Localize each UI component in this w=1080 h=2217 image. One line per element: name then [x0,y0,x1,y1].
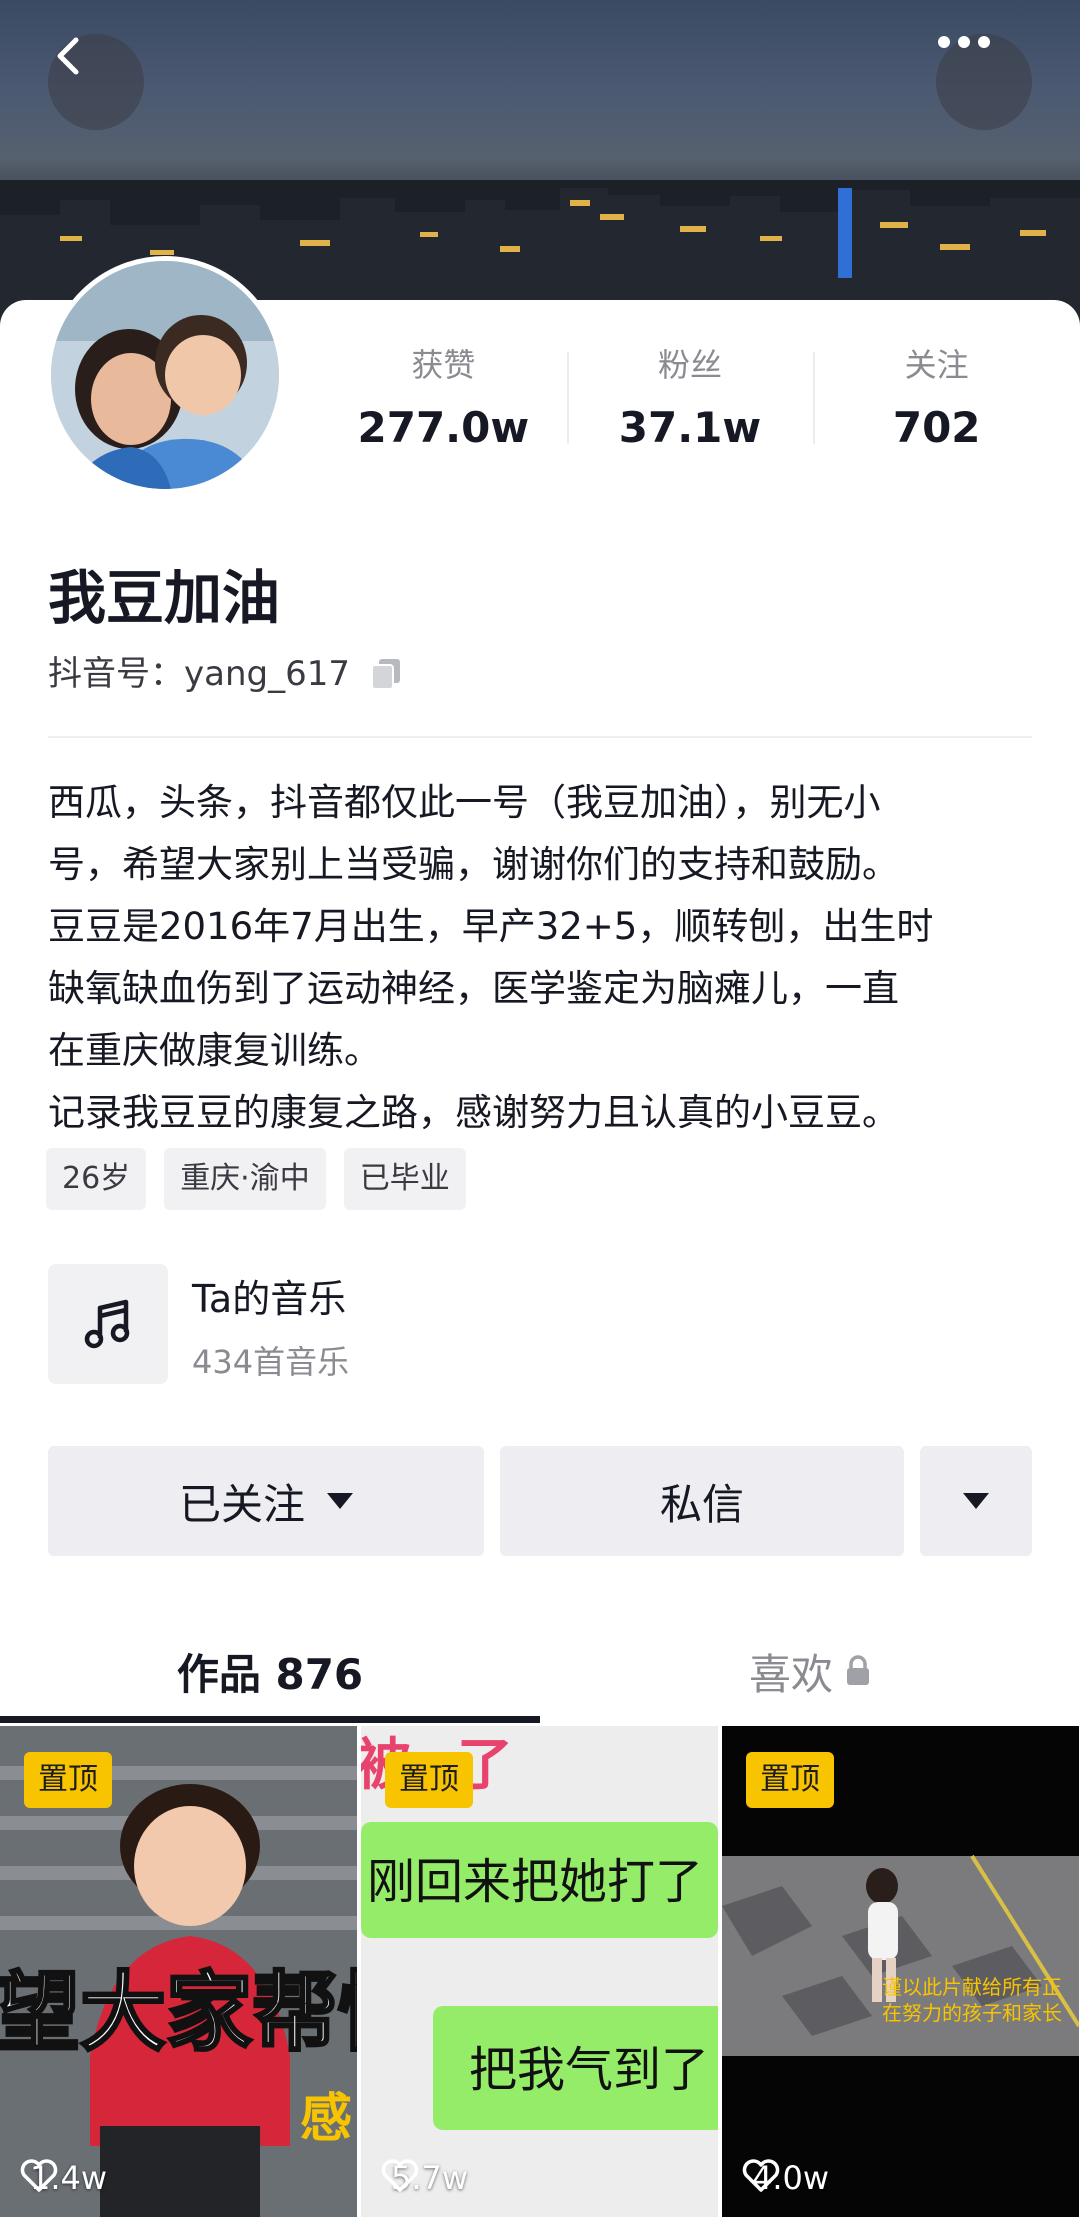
pinned-badge: 置顶 [24,1752,112,1808]
stat-value: 277.0w [357,403,530,452]
stat-following[interactable]: 关注 702 [813,340,1060,460]
profile-nickname: 我豆加油 [48,564,281,632]
video-caption: 谨以此片献给所有正 [882,1975,1062,1999]
overlay-text: 望大家帮忙 [0,1963,357,2063]
profile-tags: 26岁 重庆·渝中 已毕业 [46,1148,466,1210]
tab-active-indicator [0,1716,540,1723]
stat-label: 获赞 [411,346,476,384]
stat-label: 粉丝 [658,346,723,384]
lock-icon [847,1655,869,1685]
tag-school: 已毕业 [343,1148,466,1210]
stat-followers[interactable]: 粉丝 37.1w [566,340,814,460]
followed-button[interactable]: 已关注 [48,1446,484,1556]
video-likes: 4.0w [742,2159,829,2197]
bio-line: 号，希望大家别上当受骗，谢谢你们的支持和鼓励。 [48,843,899,886]
stat-value: 37.1w [618,403,762,452]
bio-line: 西瓜，头条，抖音都仅此一号（我豆加油），别无小 [48,781,881,824]
account-id-row: 抖音号：yang_617 [48,650,404,698]
chat-bubble-text: 把我气到了 [469,2042,709,2098]
stat-value: 702 [892,403,981,452]
music-entry[interactable]: Ta的音乐 434首音乐 [48,1264,648,1388]
more-options-button[interactable] [936,34,1032,130]
account-id: 抖音号：yang_617 [48,654,350,694]
video-caption: 在努力的孩子和家长 [882,2001,1062,2025]
bio-line: 豆豆是2016年7月出生，早产32+5，顺转刨，出生时 [48,905,934,948]
tab-works-label: 作品 876 [176,1649,364,1699]
content-tabs: 作品 876 喜欢 [0,1616,1080,1726]
stat-label: 关注 [904,346,969,384]
heart-icon [20,2159,58,2192]
more-icon [938,36,990,48]
message-button[interactable]: 私信 [500,1446,904,1556]
music-title: Ta的音乐 [192,1277,347,1321]
tag-location[interactable]: 重庆·渝中 [164,1148,326,1210]
video-grid: 望大家帮忙 感 置顶 1.4w 被 了 刚回来把她打了 把我气到了 置顶 5.7… [0,1726,1080,2217]
tag-age: 26岁 [46,1148,147,1210]
bio-line: 在重庆做康复训练。 [48,1029,381,1072]
avatar[interactable] [46,256,284,494]
recommend-dropdown-button[interactable] [920,1446,1032,1556]
avatar-photo [51,261,279,489]
video-tile[interactable]: 谨以此片献给所有正 在努力的孩子和家长 置顶 4.0w [722,1726,1079,2217]
tab-likes-label: 喜欢 [748,1649,833,1699]
video-tile[interactable]: 望大家帮忙 感 置顶 1.4w [0,1726,357,2217]
divider [48,736,1032,738]
music-note-icon [48,1264,168,1384]
heart-icon [381,2159,419,2192]
dropdown-icon [963,1493,989,1509]
profile-bio: 西瓜，头条，抖音都仅此一号（我豆加油），别无小 号，希望大家别上当受骗，谢谢你们… [48,772,1038,1144]
bio-line: 缺氧缺血伤到了运动神经，医学鉴定为脑瘫儿，一直 [48,967,899,1010]
chat-bubble-text: 刚回来把她打了 [367,1854,703,1910]
pinned-badge: 置顶 [746,1752,834,1808]
tab-works[interactable]: 作品 876 [0,1616,540,1726]
back-button[interactable] [48,34,144,130]
pinned-badge: 置顶 [385,1752,473,1808]
video-likes: 1.4w [20,2159,107,2197]
message-label: 私信 [659,1479,744,1529]
music-count: 434首音乐 [192,1343,350,1381]
profile-actions: 已关注 私信 [48,1446,1032,1556]
copy-icon[interactable] [368,656,404,692]
video-tile[interactable]: 被 了 刚回来把她打了 把我气到了 置顶 5.7w [361,1726,718,2217]
back-icon [57,37,79,75]
video-likes: 5.7w [381,2159,468,2197]
followed-label: 已关注 [178,1479,305,1529]
bio-line: 记录我豆豆的康复之路，感谢努力且认真的小豆豆。 [48,1091,899,1134]
heart-icon [742,2159,780,2192]
overlay-text: 感 [300,2089,352,2149]
stat-likes[interactable]: 获赞 277.0w [320,340,567,460]
tab-likes[interactable]: 喜欢 [540,1616,1080,1726]
dropdown-icon [327,1493,353,1509]
profile-stats: 获赞 277.0w 粉丝 37.1w 关注 702 [320,340,1060,460]
